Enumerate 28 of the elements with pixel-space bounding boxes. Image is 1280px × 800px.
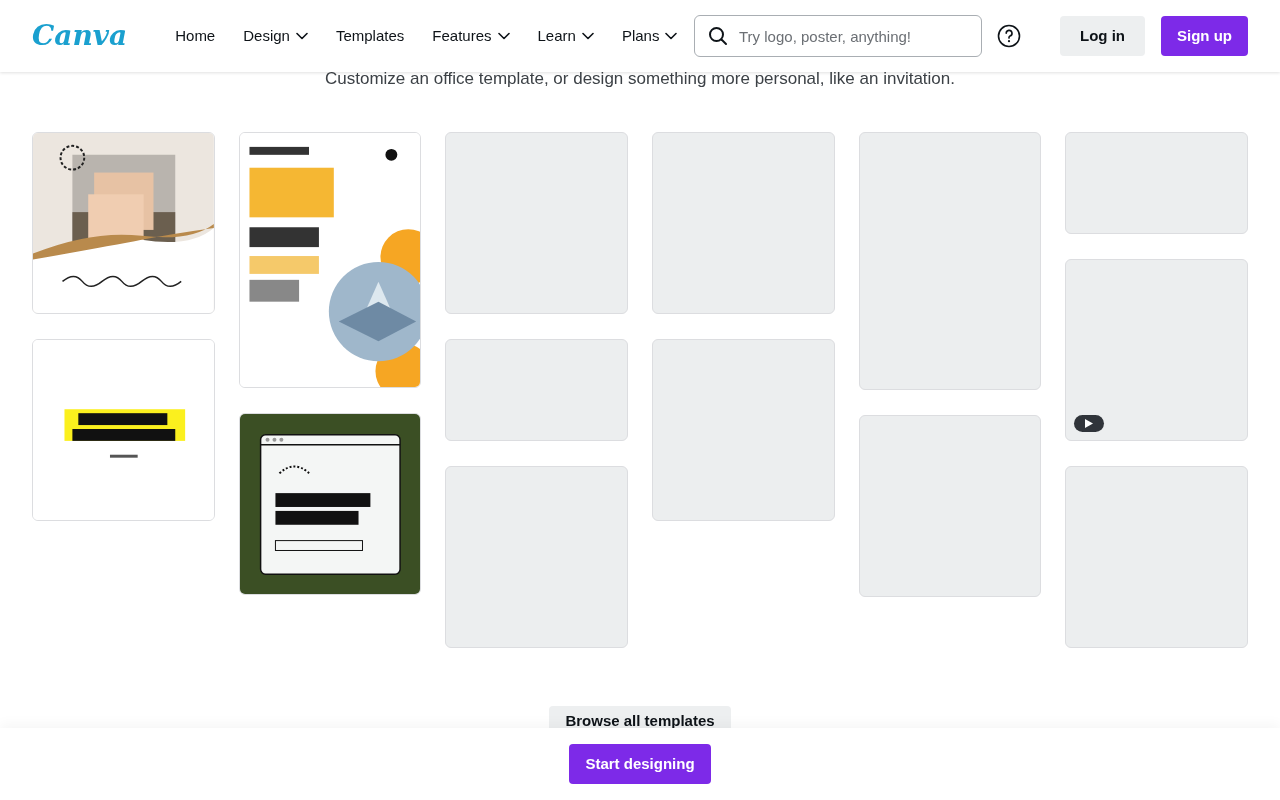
nav-item[interactable]: Features (420, 16, 522, 56)
template-placeholder[interactable] (445, 339, 628, 441)
login-button[interactable]: Log in (1060, 16, 1145, 56)
template-placeholder[interactable] (1065, 132, 1248, 234)
nav-item[interactable]: Templates (323, 16, 417, 56)
search-field[interactable]: Try logo, poster, anything! (694, 15, 982, 57)
chevron-down-icon (295, 32, 308, 40)
nav-item[interactable]: Plans (609, 16, 690, 56)
template-placeholder[interactable] (652, 132, 835, 314)
chevron-down-icon (497, 32, 510, 40)
template-placeholder[interactable] (445, 466, 628, 648)
template-placeholder[interactable] (858, 415, 1042, 597)
search-icon (708, 26, 728, 46)
template-placeholder[interactable] (1065, 259, 1248, 441)
subtitle: Customize an office template, or design something more personal, like an invitation. (324, 68, 956, 90)
signup-button[interactable]: Sign up (1161, 16, 1248, 56)
chevron-down-icon (665, 32, 678, 40)
template-placeholder[interactable] (1065, 466, 1248, 648)
nav-item[interactable]: Design (231, 16, 320, 56)
nav-item[interactable]: Home (163, 16, 228, 56)
start-designing-button[interactable]: Start designing (569, 744, 711, 784)
nav-item[interactable]: Learn (525, 16, 606, 56)
chevron-down-icon (581, 32, 594, 40)
template-placeholder[interactable] (652, 339, 835, 521)
template-placeholder[interactable] (445, 132, 628, 314)
template-placeholder[interactable] (858, 132, 1042, 390)
help-icon[interactable] (997, 24, 1021, 48)
play-icon (1085, 419, 1094, 428)
